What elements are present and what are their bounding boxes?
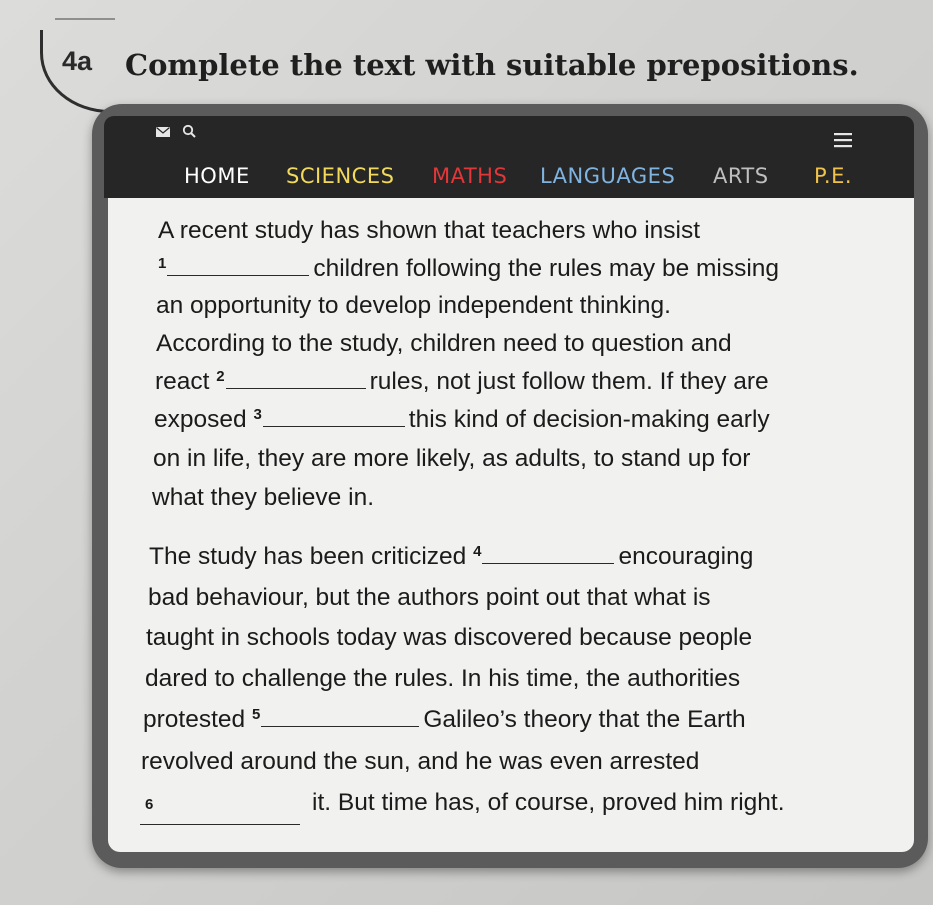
text-fragment: Galileo’s theory that the Earth <box>423 706 746 733</box>
text-line-gap-2: react 2 rules, not just follow them. If t… <box>155 368 769 396</box>
text-fragment: this kind of decision-making early <box>408 406 770 433</box>
answer-blank-3[interactable] <box>262 408 405 427</box>
text-line: on in life, they are more likely, as adu… <box>153 445 751 472</box>
hamburger-menu-icon[interactable] <box>834 132 852 148</box>
nav-item-languages[interactable]: LANGUAGES <box>540 164 675 188</box>
text-line: According to the study, children need to… <box>156 330 732 357</box>
text-fragment: react <box>155 368 210 395</box>
text-line-gap-5: protested 5 Galileo’s theory that the Ear… <box>143 706 746 734</box>
text-line: an opportunity to develop independent th… <box>156 292 671 319</box>
exercise-instruction: Complete the text with suitable preposit… <box>125 48 859 82</box>
gap-number: 1 <box>158 255 167 272</box>
answer-blank-1[interactable] <box>167 257 310 276</box>
gap-number: 4 <box>473 543 482 560</box>
mail-icon[interactable] <box>156 127 170 137</box>
text-fragment: exposed <box>154 406 247 433</box>
text-line: dared to challenge the rules. In his tim… <box>145 665 741 692</box>
text-line-gap-1: 1 children following the rules may be mis… <box>158 255 779 283</box>
text-fragment: rules, not just follow them. If they are <box>369 368 769 395</box>
text-line: taught in schools today was discovered b… <box>146 624 753 651</box>
text-fragment: The study has been criticized <box>149 543 467 570</box>
gap-number: 2 <box>216 368 225 385</box>
nav-item-arts[interactable]: ARTS <box>713 164 769 188</box>
text-line-gap-4: The study has been criticized 4 encouragi… <box>149 543 753 571</box>
answer-blank-6[interactable] <box>140 806 300 825</box>
nav-item-home[interactable]: HOME <box>184 164 250 188</box>
text-fragment: children following the rules may be miss… <box>313 255 780 282</box>
nav-item-maths[interactable]: MATHS <box>432 164 507 188</box>
exercise-number: 4a <box>62 46 93 76</box>
answer-blank-5[interactable] <box>261 708 420 727</box>
gap-number: 3 <box>253 406 262 423</box>
text-fragment: encouraging <box>618 543 754 570</box>
answer-blank-4[interactable] <box>482 545 615 564</box>
nav-bar: HOME SCIENCES MATHS LANGUAGES ARTS P.E. <box>104 160 914 196</box>
text-fragment: protested <box>143 706 246 733</box>
answer-blank-2[interactable] <box>225 370 366 389</box>
text-line: A recent study has shown that teachers w… <box>158 217 701 244</box>
nav-item-pe[interactable]: P.E. <box>814 164 852 188</box>
text-line: what they believe in. <box>152 484 374 511</box>
text-line: revolved around the sun, and he was even… <box>141 748 700 775</box>
text-line: it. But time has, of course, proved him … <box>312 789 785 816</box>
nav-item-sciences[interactable]: SCIENCES <box>286 164 394 188</box>
text-line-gap-3: exposed 3 this kind of decision-making ea… <box>154 406 770 434</box>
search-icon[interactable] <box>182 124 196 138</box>
text-line: bad behaviour, but the authors point out… <box>148 584 711 611</box>
gap-number: 5 <box>251 706 261 723</box>
top-rule <box>55 18 115 20</box>
